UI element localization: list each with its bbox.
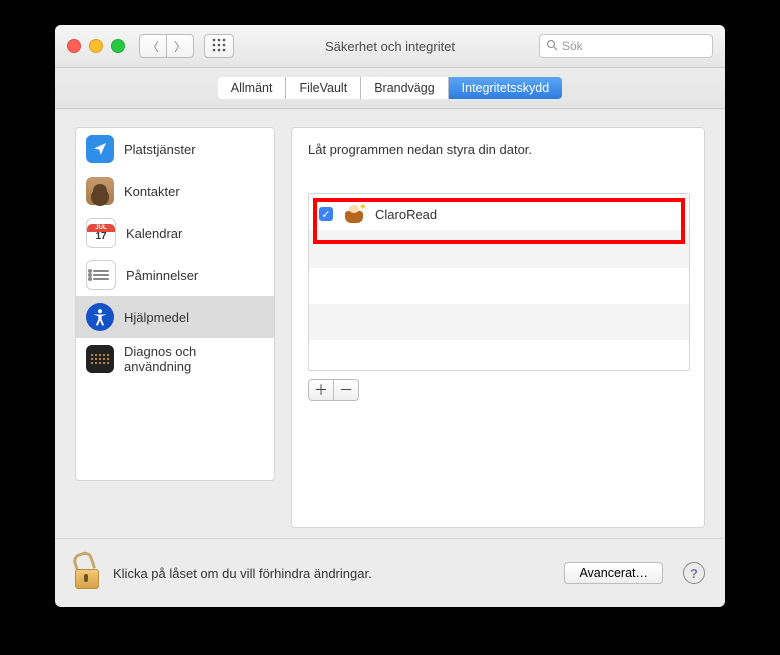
right-area: Låt programmen nedan styra din dator. ✓ … (291, 127, 705, 528)
calendar-icon: JUL 17 (86, 218, 116, 248)
lock-button[interactable] (75, 557, 103, 589)
tab-allmant[interactable]: Allmänt (218, 77, 287, 99)
contacts-icon (86, 177, 114, 205)
search-icon (546, 39, 558, 54)
tabs: Allmänt FileVault Brandvägg Integritetss… (218, 77, 562, 99)
sidebar-item-label: Kalendrar (126, 226, 182, 241)
sidebar-item-reminders[interactable]: Påminnelser (76, 254, 274, 296)
help-button[interactable]: ? (683, 562, 705, 584)
traffic-lights (67, 39, 125, 53)
app-list: ✓ ✦ ClaroRead (308, 193, 690, 371)
search-input[interactable]: Sök (539, 34, 713, 58)
tab-brandvagg[interactable]: Brandvägg (361, 77, 448, 99)
sidebar-item-label: Påminnelser (126, 268, 198, 283)
minus-icon: － (339, 380, 353, 400)
privacy-sidebar: Platstjänster Kontakter JUL 17 Kalendrar (75, 127, 275, 481)
tab-filevault[interactable]: FileVault (286, 77, 361, 99)
sidebar-item-label: Platstjänster (124, 142, 196, 157)
sidebar-item-label: Diagnos och användning (124, 344, 264, 374)
remove-app-button[interactable]: － (333, 379, 359, 401)
check-icon: ✓ (321, 208, 330, 221)
lock-text: Klicka på låset om du vill förhindra änd… (113, 566, 372, 581)
plus-icon: ＋ (314, 380, 328, 400)
back-button[interactable]: 〈 (139, 34, 166, 58)
chevron-left-icon: 〈 (147, 38, 159, 55)
sidebar-item-calendars[interactable]: JUL 17 Kalendrar (76, 212, 274, 254)
footer: Klicka på låset om du vill förhindra änd… (55, 538, 725, 607)
chevron-right-icon: 〉 (174, 38, 186, 55)
search-placeholder: Sök (562, 39, 583, 53)
forward-button[interactable]: 〉 (166, 34, 194, 58)
content-area: Platstjänster Kontakter JUL 17 Kalendrar (55, 109, 725, 538)
nav-buttons: 〈 〉 (139, 34, 234, 58)
claroread-icon: ✦ (343, 203, 365, 225)
app-checkbox[interactable]: ✓ (319, 207, 333, 221)
sidebar-item-accessibility[interactable]: Hjälpmedel (76, 296, 274, 338)
advanced-button[interactable]: Avancerat… (564, 562, 663, 584)
add-app-button[interactable]: ＋ (308, 379, 333, 401)
help-icon: ? (690, 566, 698, 581)
instruction-text: Låt programmen nedan styra din dator. (308, 142, 688, 157)
app-row-claroread[interactable]: ✓ ✦ ClaroRead (309, 194, 689, 234)
grid-icon (212, 38, 226, 55)
main-panel: Låt programmen nedan styra din dator. ✓ … (291, 127, 705, 528)
reminders-icon (86, 260, 116, 290)
tab-bar: Allmänt FileVault Brandvägg Integritetss… (55, 68, 725, 109)
app-name: ClaroRead (375, 207, 437, 222)
tab-integritetsskydd[interactable]: Integritetsskydd (449, 77, 563, 99)
sidebar-item-label: Kontakter (124, 184, 180, 199)
sidebar-item-label: Hjälpmedel (124, 310, 189, 325)
titlebar: 〈 〉 Säkerhet och integritet (55, 25, 725, 68)
diagnostics-icon (86, 345, 114, 373)
sidebar-item-diagnostics[interactable]: Diagnos och användning (76, 338, 274, 380)
preferences-window: 〈 〉 Säkerhet och integritet (55, 25, 725, 607)
sidebar-item-location[interactable]: Platstjänster (76, 128, 274, 170)
sidebar-item-contacts[interactable]: Kontakter (76, 170, 274, 212)
show-all-button[interactable] (204, 34, 234, 58)
minimize-button[interactable] (89, 39, 103, 53)
add-remove-controls: ＋ － (308, 379, 688, 401)
accessibility-icon (86, 303, 114, 331)
close-button[interactable] (67, 39, 81, 53)
location-icon (86, 135, 114, 163)
zoom-button[interactable] (111, 39, 125, 53)
